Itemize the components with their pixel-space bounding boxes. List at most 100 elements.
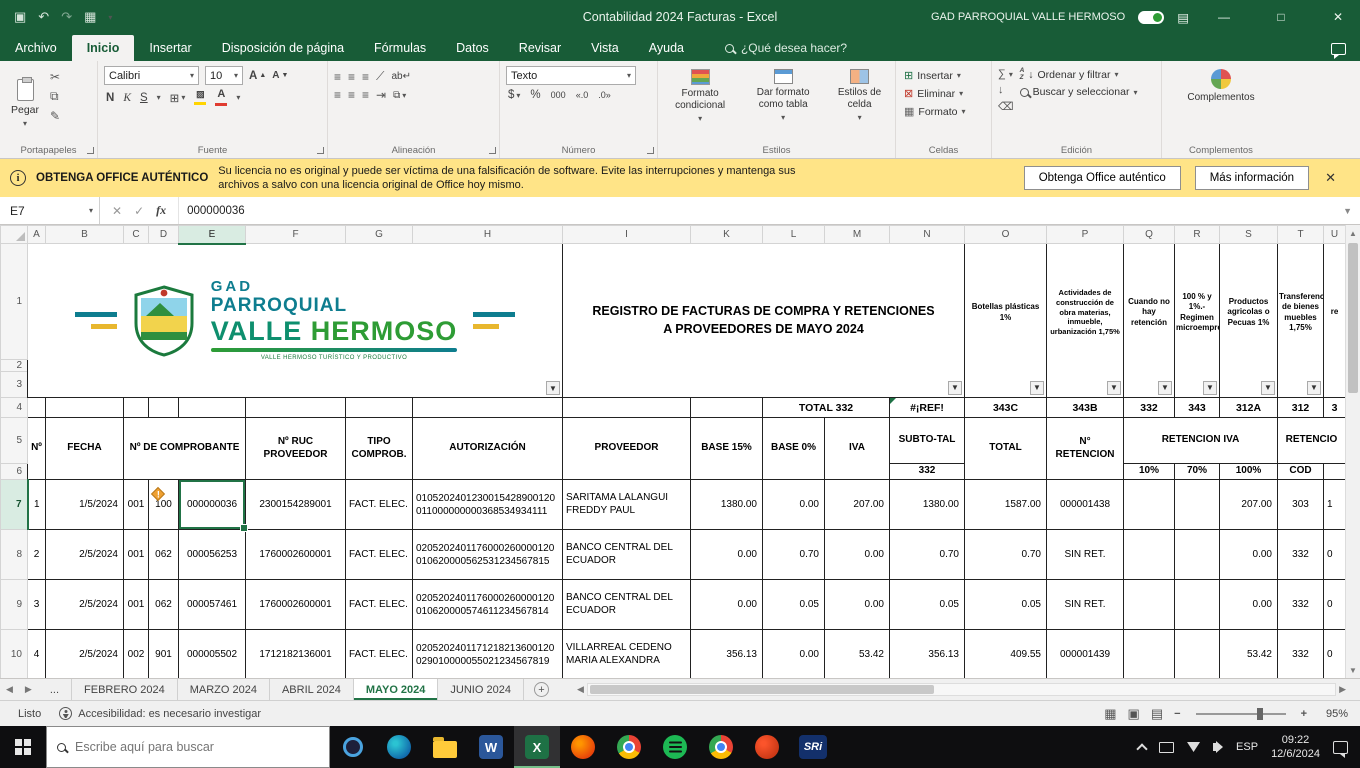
brave-icon[interactable] — [744, 726, 790, 768]
cell-G9[interactable]: FACT. ELEC. — [345, 579, 413, 630]
show-hidden-icons-icon[interactable] — [1136, 743, 1148, 755]
cell-H4[interactable] — [412, 397, 563, 418]
column-header-L[interactable]: L — [762, 225, 825, 244]
clear-icon[interactable]: ⌫ — [998, 100, 1014, 113]
header-iva[interactable]: IVA — [824, 417, 890, 480]
cell-D4[interactable] — [148, 397, 179, 418]
header-10pct[interactable]: 10% — [1123, 463, 1175, 480]
row-header-4[interactable]: 4 — [0, 397, 28, 418]
filter-dropdown-icon[interactable]: ▼ — [1107, 381, 1121, 395]
paste-button[interactable]: Pegar ▾ — [6, 66, 44, 141]
column-header-H[interactable]: H — [412, 225, 563, 244]
column-header-N[interactable]: N — [889, 225, 965, 244]
minimize-button[interactable]: — — [1202, 0, 1246, 34]
cell-R7[interactable] — [1174, 479, 1220, 530]
message-close-icon[interactable]: ✕ — [1309, 170, 1350, 186]
comma-format-icon[interactable]: 000 — [551, 90, 566, 100]
confirm-entry-icon[interactable]: ✓ — [134, 204, 144, 218]
align-left-icon[interactable]: ≡ — [334, 88, 341, 102]
ribbon-display-options-icon[interactable]: ▤ — [1177, 10, 1189, 25]
preview-icon[interactable]: ▦ — [84, 9, 96, 25]
cell-A4[interactable] — [27, 397, 46, 418]
cell-S9[interactable]: 0.00 — [1219, 579, 1278, 630]
column-header-R[interactable]: R — [1174, 225, 1220, 244]
network-icon[interactable] — [1187, 742, 1201, 752]
cell-F4[interactable] — [245, 397, 346, 418]
cell-Q1[interactable]: Cuando no hay retención ▼ — [1123, 243, 1175, 398]
cell-G4[interactable] — [345, 397, 413, 418]
cell-C8[interactable]: 001 — [123, 529, 149, 580]
accessibility-status[interactable]: Accesibilidad: es necesario investigar — [59, 707, 261, 720]
format-painter-icon[interactable]: ✎ — [50, 109, 60, 123]
cell-S7[interactable]: 207.00 — [1219, 479, 1278, 530]
cell-F7[interactable]: 2300154289001 — [245, 479, 346, 530]
header-base15[interactable]: BASE 15% — [690, 417, 763, 480]
cell-C7[interactable]: 001 — [123, 479, 149, 530]
row-header-6[interactable]: 6 — [0, 463, 28, 480]
sheet-tab-febrero-2024[interactable]: FEBRERO 2024 — [72, 679, 178, 700]
cell-O8[interactable]: 0.70 — [964, 529, 1047, 580]
ribbon-tab-vista[interactable]: Vista — [576, 35, 634, 61]
cell-L4-total[interactable]: TOTAL 332 — [762, 397, 890, 418]
header-fecha[interactable]: FECHA — [45, 417, 124, 480]
spotify-icon[interactable] — [652, 726, 698, 768]
vertical-scroll-thumb[interactable] — [1348, 243, 1358, 393]
cell-K10[interactable]: 356.13 — [690, 629, 763, 678]
row-header-1[interactable]: 1 — [0, 243, 28, 360]
filter-dropdown-icon[interactable]: ▼ — [1030, 381, 1044, 395]
cell-U10[interactable]: 0 — [1323, 629, 1345, 678]
header-nretencion[interactable]: N° RETENCION — [1046, 417, 1124, 480]
cell-R9[interactable] — [1174, 579, 1220, 630]
decrease-decimal-icon[interactable]: .0» — [598, 90, 611, 100]
cell-K4[interactable] — [690, 397, 763, 418]
cell-T7[interactable]: 303 — [1277, 479, 1324, 530]
sheet-tab-mayo-2024[interactable]: MAYO 2024 — [353, 679, 439, 700]
number-format-combo[interactable]: Texto ▾ — [506, 66, 636, 85]
zoom-in-icon[interactable]: + — [1301, 708, 1307, 720]
cell-N9[interactable]: 0.05 — [889, 579, 965, 630]
file-explorer-icon[interactable] — [422, 726, 468, 768]
cell-M8[interactable]: 0.00 — [824, 529, 890, 580]
header-retencion-iva[interactable]: RETENCION IVA — [1123, 417, 1278, 464]
cell-U1[interactable]: re — [1323, 243, 1345, 398]
copy-icon[interactable]: ⧉ — [50, 89, 60, 104]
cell-N4-ref-error[interactable]: #¡REF! — [889, 397, 965, 418]
cell-G8[interactable]: FACT. ELEC. — [345, 529, 413, 580]
cell-T4[interactable]: 312 — [1277, 397, 1324, 418]
cell-F10[interactable]: 1712182136001 — [245, 629, 346, 678]
close-button[interactable]: ✕ — [1316, 0, 1360, 34]
filter-dropdown-icon[interactable]: ▼ — [1158, 381, 1172, 395]
dialog-launcher-icon[interactable] — [647, 147, 654, 154]
cell-T8[interactable]: 332 — [1277, 529, 1324, 580]
cell-Q9[interactable] — [1123, 579, 1175, 630]
select-all-corner[interactable] — [0, 225, 28, 244]
cell-A10[interactable]: 4 — [27, 629, 46, 678]
word-icon[interactable]: W — [468, 726, 514, 768]
column-header-P[interactable]: P — [1046, 225, 1124, 244]
column-header-U[interactable]: U — [1323, 225, 1345, 244]
bold-button[interactable]: N — [106, 92, 114, 104]
cell-F8[interactable]: 1760002600001 — [245, 529, 346, 580]
cell-K8[interactable]: 0.00 — [690, 529, 763, 580]
ribbon-tab-inicio[interactable]: Inicio — [71, 35, 135, 61]
cell-L10[interactable]: 0.00 — [762, 629, 825, 678]
dialog-launcher-icon[interactable] — [87, 147, 94, 154]
column-header-F[interactable]: F — [245, 225, 346, 244]
cell-A7[interactable]: 1 — [27, 479, 46, 530]
logo-cell[interactable]: GAD PARROQUIAL VALLE HERMOSO VALLE HERMO… — [27, 243, 563, 398]
merge-center-icon[interactable]: ⧉ ▾ — [393, 90, 406, 101]
app-icon[interactable]: ▣ — [14, 9, 26, 25]
ribbon-tab-datos[interactable]: Datos — [441, 35, 504, 61]
format-as-table-button[interactable]: Dar formato como tabla ▾ — [742, 66, 824, 141]
cell-C9[interactable]: 001 — [123, 579, 149, 630]
redo-icon[interactable]: ↷ — [61, 9, 72, 25]
cell-E4[interactable] — [178, 397, 246, 418]
firefox-icon[interactable] — [560, 726, 606, 768]
cell-D8[interactable]: 062 — [148, 529, 179, 580]
ribbon-tab-f-rmulas[interactable]: Fórmulas — [359, 35, 441, 61]
cell-D9[interactable]: 062 — [148, 579, 179, 630]
cell-N7[interactable]: 1380.00 — [889, 479, 965, 530]
cell-Q7[interactable] — [1123, 479, 1175, 530]
cell-T1[interactable]: Transferencia de bienes muebles 1,75% ▼ — [1277, 243, 1324, 398]
cell-M7[interactable]: 207.00 — [824, 479, 890, 530]
